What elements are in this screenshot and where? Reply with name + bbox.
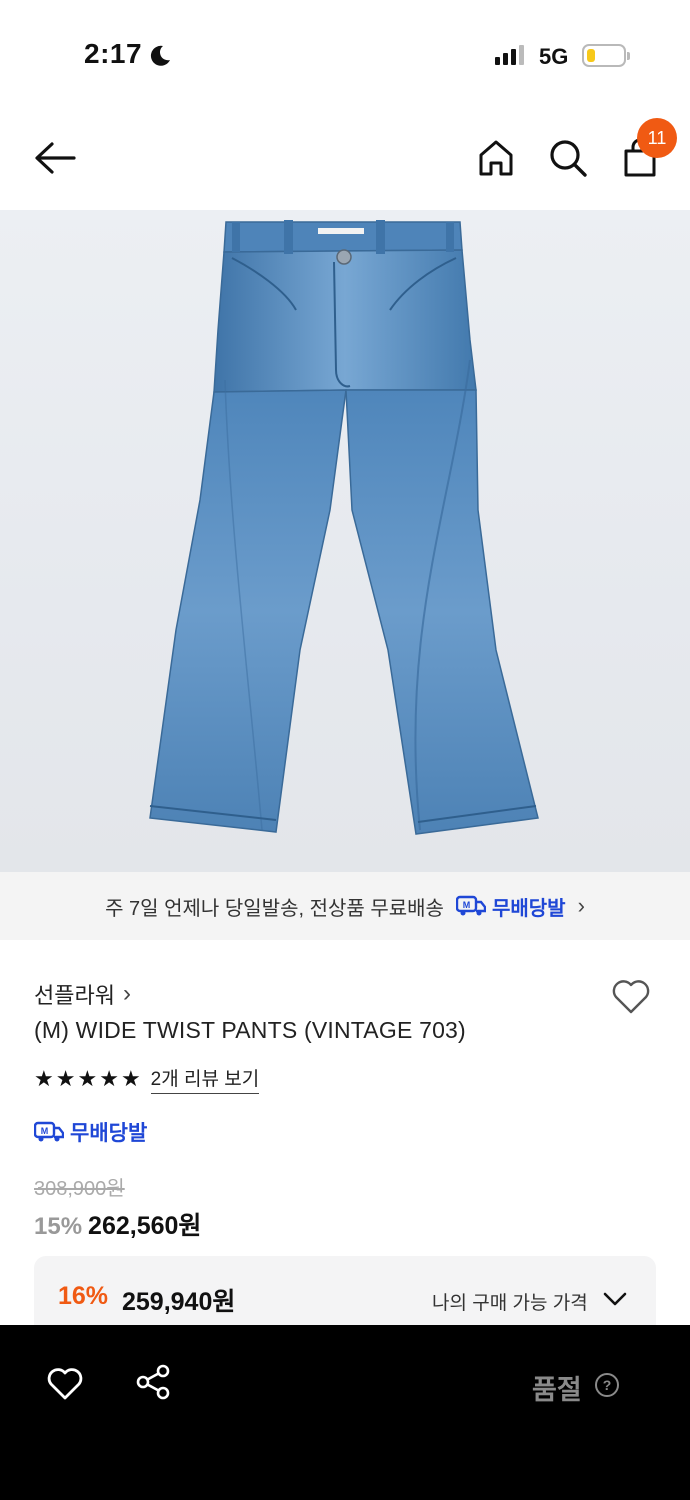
product-image[interactable] <box>0 210 690 872</box>
status-bar: 2:17 5G <box>0 0 690 110</box>
star-icon: ★ <box>120 1066 141 1091</box>
star-icon: ★ <box>99 1066 119 1091</box>
brand-name: 선플라워 <box>34 983 115 1008</box>
mubae-badge: M 무배당발 <box>455 892 566 921</box>
star-icon: ★ <box>34 1066 54 1091</box>
cart-count-badge[interactable]: 11 <box>637 118 677 158</box>
mubae-tag: M 무배당발 <box>34 1117 147 1147</box>
mubae-truck-icon: M <box>455 895 486 916</box>
status-time: 2:17 <box>84 38 143 69</box>
product-name: (M) WIDE TWIST PANTS (VINTAGE 703) <box>34 1017 466 1043</box>
my-discount-rate: 16% <box>58 1282 109 1310</box>
brand-link[interactable]: 선플라워 › <box>34 978 131 1010</box>
star-icon: ★ <box>55 1066 76 1091</box>
network-label: 5G <box>539 44 569 69</box>
mubae-tag-label: 무배당발 <box>70 1122 148 1145</box>
wishlist-heart-icon[interactable] <box>610 975 652 1017</box>
chevron-right-icon: › <box>577 893 585 918</box>
original-price: 308,900원 <box>34 1178 125 1200</box>
share-icon[interactable] <box>134 1363 172 1401</box>
mubae-truck-icon: M <box>34 1121 64 1142</box>
soldout-label: 품절 <box>532 1375 582 1405</box>
mubae-icon-letter: M <box>41 1126 49 1136</box>
discount-rate: 15% <box>34 1213 83 1240</box>
my-price: 259,940원 <box>122 1288 236 1316</box>
sale-price: 262,560원 <box>88 1212 202 1240</box>
mubae-icon-letter: M <box>463 900 471 910</box>
shipping-banner-text: 주 7일 언제나 당일발송, 전상품 무료배송 <box>105 897 444 920</box>
back-arrow-icon[interactable] <box>32 138 78 178</box>
jeans-image <box>149 220 539 835</box>
star-icon: ★ <box>77 1066 98 1091</box>
search-icon[interactable] <box>546 136 590 180</box>
my-price-label: 나의 구매 가능 가격 <box>432 1293 588 1314</box>
chevron-right-icon: › <box>122 980 131 1007</box>
review-link[interactable]: 2개 리뷰 보기 <box>150 1064 260 1094</box>
battery-icon <box>582 44 630 67</box>
mubae-badge-label: 무배당발 <box>491 897 566 920</box>
chevron-down-icon[interactable] <box>602 1290 628 1308</box>
shipping-banner[interactable]: 주 7일 언제나 당일발송, 전상품 무료배송 M 무배당발 › <box>0 872 690 940</box>
svg-text:?: ? <box>603 1377 612 1393</box>
rating-stars: ★ ★ ★ ★ ★ <box>34 1068 141 1090</box>
help-circle-icon[interactable]: ? <box>594 1372 620 1398</box>
heart-icon[interactable] <box>46 1365 84 1401</box>
signal-icon <box>495 45 524 65</box>
rating-row: ★ ★ ★ ★ ★ 2개 리뷰 보기 <box>34 1064 260 1094</box>
top-nav <box>0 110 690 210</box>
home-icon[interactable] <box>474 136 518 180</box>
moon-icon <box>150 45 170 66</box>
bottom-action-bar: 품절 ? <box>0 1325 690 1500</box>
sale-price-row: 15% 262,560원 <box>34 1206 201 1242</box>
